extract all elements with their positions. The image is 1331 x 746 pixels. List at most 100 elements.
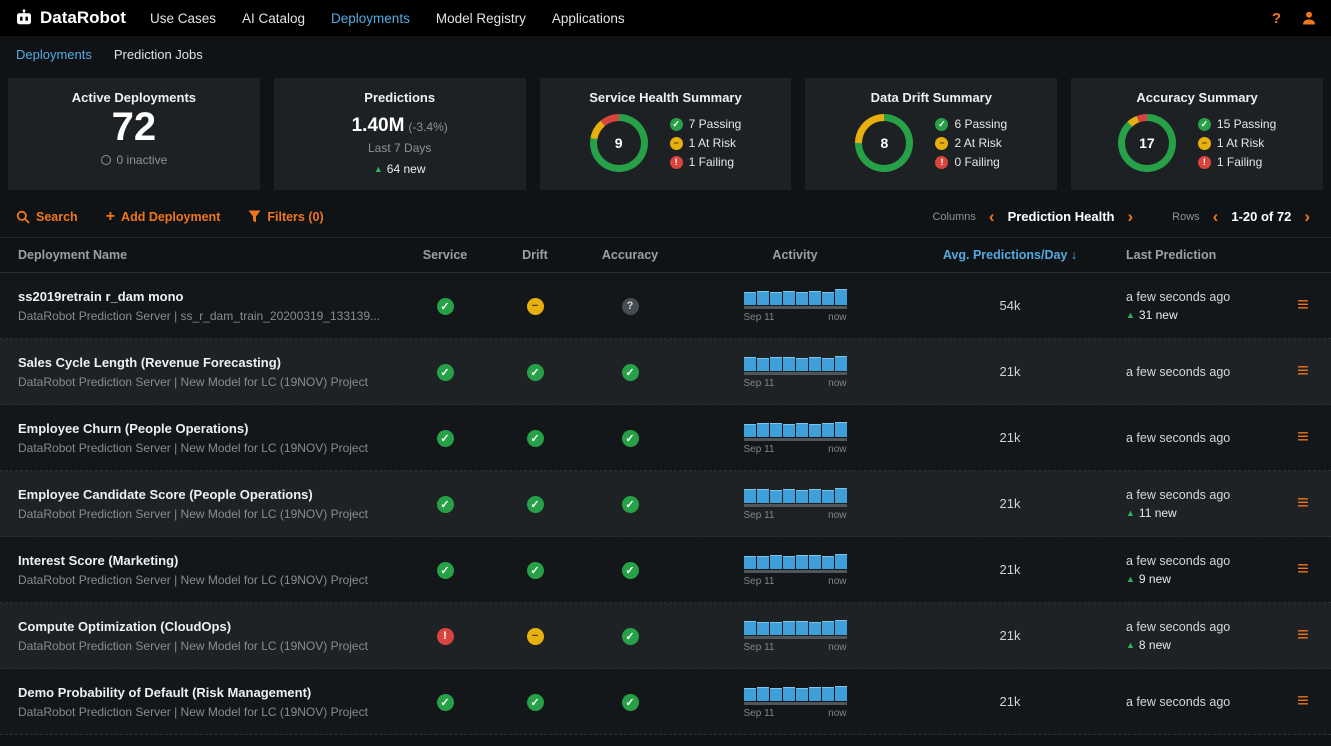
accuracy-donut: 17 [1118, 114, 1176, 172]
predictions-period: Last 7 Days [368, 141, 431, 155]
table-row[interactable]: Employee Candidate Score (People Operati… [0, 471, 1331, 537]
accuracy-status-icon[interactable]: ? [622, 298, 639, 315]
row-menu-icon[interactable]: ≡ [1297, 360, 1309, 382]
activity-bar [757, 423, 769, 437]
brand-logo[interactable]: DataRobot [14, 8, 126, 28]
row-menu-icon[interactable]: ≡ [1297, 690, 1309, 712]
activity-cell: Sep 11 now [680, 288, 910, 323]
accuracy-status-icon[interactable]: ✓ [622, 694, 639, 711]
table-row[interactable]: Sales Cycle Length (Revenue Forecasting)… [0, 339, 1331, 405]
avg-predictions-value: 21k [1000, 562, 1021, 577]
activity-bar [835, 554, 847, 569]
rows-next-icon[interactable]: › [1299, 208, 1315, 225]
drift-status-icon[interactable]: ✓ [527, 364, 544, 381]
nav-item-applications[interactable]: Applications [552, 11, 625, 26]
drift-status-icon[interactable]: − [527, 628, 544, 645]
drift-status-icon[interactable]: ✓ [527, 694, 544, 711]
search-button[interactable]: Search [16, 210, 78, 224]
row-menu-icon[interactable]: ≡ [1297, 558, 1309, 580]
table-row[interactable]: ss2019retrain r_dam mono DataRobot Predi… [0, 273, 1331, 339]
subnav-item-deployments[interactable]: Deployments [16, 47, 92, 62]
new-predictions-count: 9 new [1139, 572, 1171, 586]
table-header: Deployment Name Service Drift Accuracy A… [0, 237, 1331, 273]
donut-total: 17 [1125, 121, 1169, 165]
activity-bar [809, 357, 821, 371]
columns-next-icon[interactable]: › [1122, 208, 1138, 225]
activity-bar [796, 423, 808, 437]
table-row[interactable]: Employee Churn (People Operations) DataR… [0, 405, 1331, 471]
header-accuracy[interactable]: Accuracy [580, 248, 680, 262]
user-profile-icon[interactable] [1301, 10, 1317, 26]
service-status-icon[interactable]: ✓ [437, 430, 454, 447]
last-prediction-cell: a few seconds ago ▲ 9 new [1110, 554, 1275, 586]
activity-bar [822, 556, 834, 569]
service-status-icon[interactable]: ! [437, 628, 454, 645]
header-last-prediction[interactable]: Last Prediction [1110, 248, 1275, 262]
avg-predictions-cell: 21k [910, 495, 1110, 513]
table-row[interactable]: Demo Probability of Default (Risk Manage… [0, 669, 1331, 735]
service-status-icon[interactable]: ✓ [437, 298, 454, 315]
failing-icon: ! [1198, 156, 1211, 169]
help-icon[interactable]: ? [1272, 10, 1281, 27]
activity-bar [783, 621, 795, 635]
activity-bar [835, 356, 847, 371]
activity-bars [744, 684, 847, 701]
activity-bars [744, 618, 847, 635]
avg-predictions-cell: 21k [910, 429, 1110, 447]
row-menu-icon[interactable]: ≡ [1297, 294, 1309, 316]
accuracy-status-icon[interactable]: ✓ [622, 496, 639, 513]
drift-cell: ✓ [490, 363, 580, 381]
accuracy-status-icon[interactable]: ✓ [622, 562, 639, 579]
service-cell: ✓ [400, 495, 490, 513]
header-drift[interactable]: Drift [490, 248, 580, 262]
accuracy-status-icon[interactable]: ✓ [622, 430, 639, 447]
rows-prev-icon[interactable]: ‹ [1208, 208, 1224, 225]
header-deployment-name[interactable]: Deployment Name [0, 248, 400, 262]
drift-status-icon[interactable]: ✓ [527, 562, 544, 579]
drift-cell: ✓ [490, 561, 580, 579]
drift-status-icon[interactable]: ✓ [527, 430, 544, 447]
avg-predictions-value: 21k [1000, 496, 1021, 511]
nav-item-model-registry[interactable]: Model Registry [436, 11, 526, 26]
activity-axis [744, 570, 847, 573]
drift-status-icon[interactable]: − [527, 298, 544, 315]
accuracy-status-icon[interactable]: ✓ [622, 628, 639, 645]
activity-bar [809, 424, 821, 437]
accuracy-status-icon[interactable]: ✓ [622, 364, 639, 381]
last-prediction-cell: a few seconds ago ▲ 11 new [1110, 488, 1275, 520]
activity-bar [809, 622, 821, 635]
service-status-icon[interactable]: ✓ [437, 496, 454, 513]
service-status-icon[interactable]: ✓ [437, 694, 454, 711]
active-deployments-count: 72 [112, 105, 157, 150]
activity-cell: Sep 11 now [680, 354, 910, 389]
subnav-item-prediction-jobs[interactable]: Prediction Jobs [114, 47, 203, 62]
table-row[interactable]: Interest Score (Marketing) DataRobot Pre… [0, 537, 1331, 603]
activity-bar [770, 423, 782, 437]
columns-prev-icon[interactable]: ‹ [984, 208, 1000, 225]
row-menu-icon[interactable]: ≡ [1297, 492, 1309, 514]
activity-chart: Sep 11 now [744, 486, 847, 521]
activity-end-label: now [828, 444, 846, 455]
nav-item-use-cases[interactable]: Use Cases [150, 11, 216, 26]
activity-bar [744, 357, 756, 371]
service-status-icon[interactable]: ✓ [437, 364, 454, 381]
row-menu-icon[interactable]: ≡ [1297, 426, 1309, 448]
header-service[interactable]: Service [400, 248, 490, 262]
filters-button[interactable]: Filters (0) [248, 210, 323, 224]
rows-label: Rows [1172, 211, 1200, 223]
activity-bar [744, 424, 756, 437]
new-predictions: ▲ 31 new [1126, 308, 1275, 322]
accuracy-cell: ✓ [580, 363, 680, 381]
service-status-icon[interactable]: ✓ [437, 562, 454, 579]
nav-item-ai-catalog[interactable]: AI Catalog [242, 11, 305, 26]
add-deployment-button[interactable]: + Add Deployment [106, 209, 221, 225]
activity-bar [783, 357, 795, 371]
activity-bar [835, 686, 847, 701]
table-row[interactable]: Compute Optimization (CloudOps) DataRobo… [0, 603, 1331, 669]
summary-cards: Active Deployments 72 0 inactive Predict… [0, 72, 1331, 190]
deployment-subtitle: DataRobot Prediction Server | ss_r_dam_t… [18, 309, 400, 323]
row-menu-icon[interactable]: ≡ [1297, 624, 1309, 646]
drift-status-icon[interactable]: ✓ [527, 496, 544, 513]
header-avg-predictions[interactable]: Avg. Predictions/Day ↓ [910, 248, 1110, 262]
nav-item-deployments[interactable]: Deployments [331, 11, 410, 26]
